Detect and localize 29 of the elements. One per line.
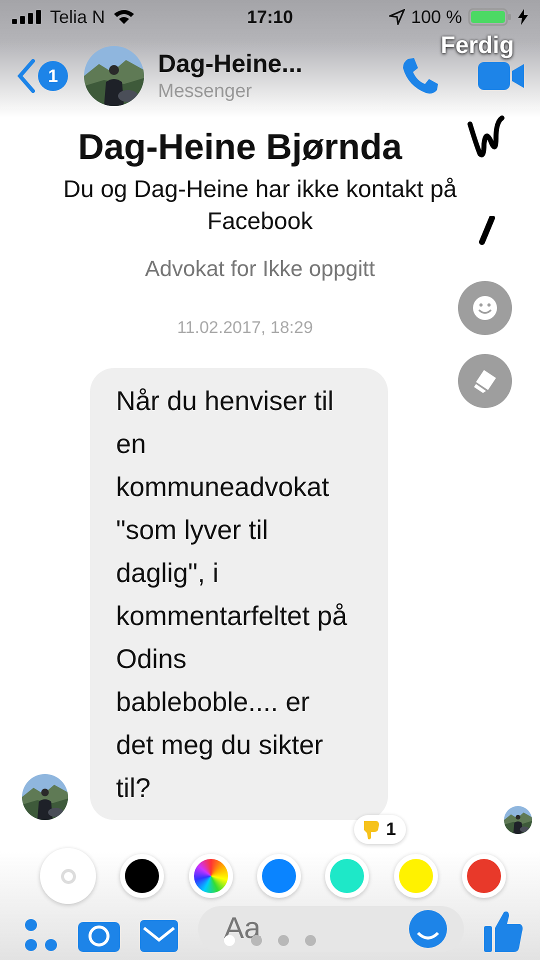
message-timestamp: 11.02.2017, 18:29 xyxy=(176,318,314,338)
work-info: Advokat for Ikke oppgitt xyxy=(144,256,376,282)
unread-badge: 1 xyxy=(38,61,68,91)
eraser-button[interactable] xyxy=(458,354,512,408)
wifi-icon xyxy=(113,9,136,25)
message-bubble: Når du henviser til en kommuneadvokat "som lyver til daglig", i kommentarfeltet på Odins bableboble.... er det meg du sikter til? xyxy=(90,368,388,820)
emoji-sticker-button[interactable] xyxy=(458,281,512,335)
reaction-pill: 1 xyxy=(354,815,406,844)
clock-time: 17:10 xyxy=(246,6,294,26)
contact-subtitle: Messenger xyxy=(158,80,253,102)
contact-name: Dag-Heine... xyxy=(158,50,304,78)
location-arrow-icon xyxy=(388,9,405,25)
smiley-icon xyxy=(472,295,498,321)
thumbs-down-icon xyxy=(362,820,380,840)
apps-icon[interactable] xyxy=(24,918,58,952)
contact-notice: Du og Dag-Heine har ikke kontakt på Facebook xyxy=(62,175,458,237)
emoji-icon[interactable] xyxy=(408,909,448,949)
back-chevron-icon[interactable] xyxy=(16,58,36,94)
done-button[interactable]: Ferdig xyxy=(440,32,514,60)
pen-stroke-drawing xyxy=(476,216,496,248)
battery-percent: 100 % xyxy=(410,6,462,28)
photo-icon[interactable] xyxy=(140,918,178,952)
carrier-name: Telia N xyxy=(50,6,106,28)
signal-icon xyxy=(12,10,42,24)
profile-name: Dag-Heine Bjørnda xyxy=(76,126,404,168)
battery-icon xyxy=(468,8,512,26)
video-camera-icon[interactable] xyxy=(478,60,524,92)
phone-icon[interactable] xyxy=(400,56,440,96)
eraser-icon xyxy=(472,368,498,394)
